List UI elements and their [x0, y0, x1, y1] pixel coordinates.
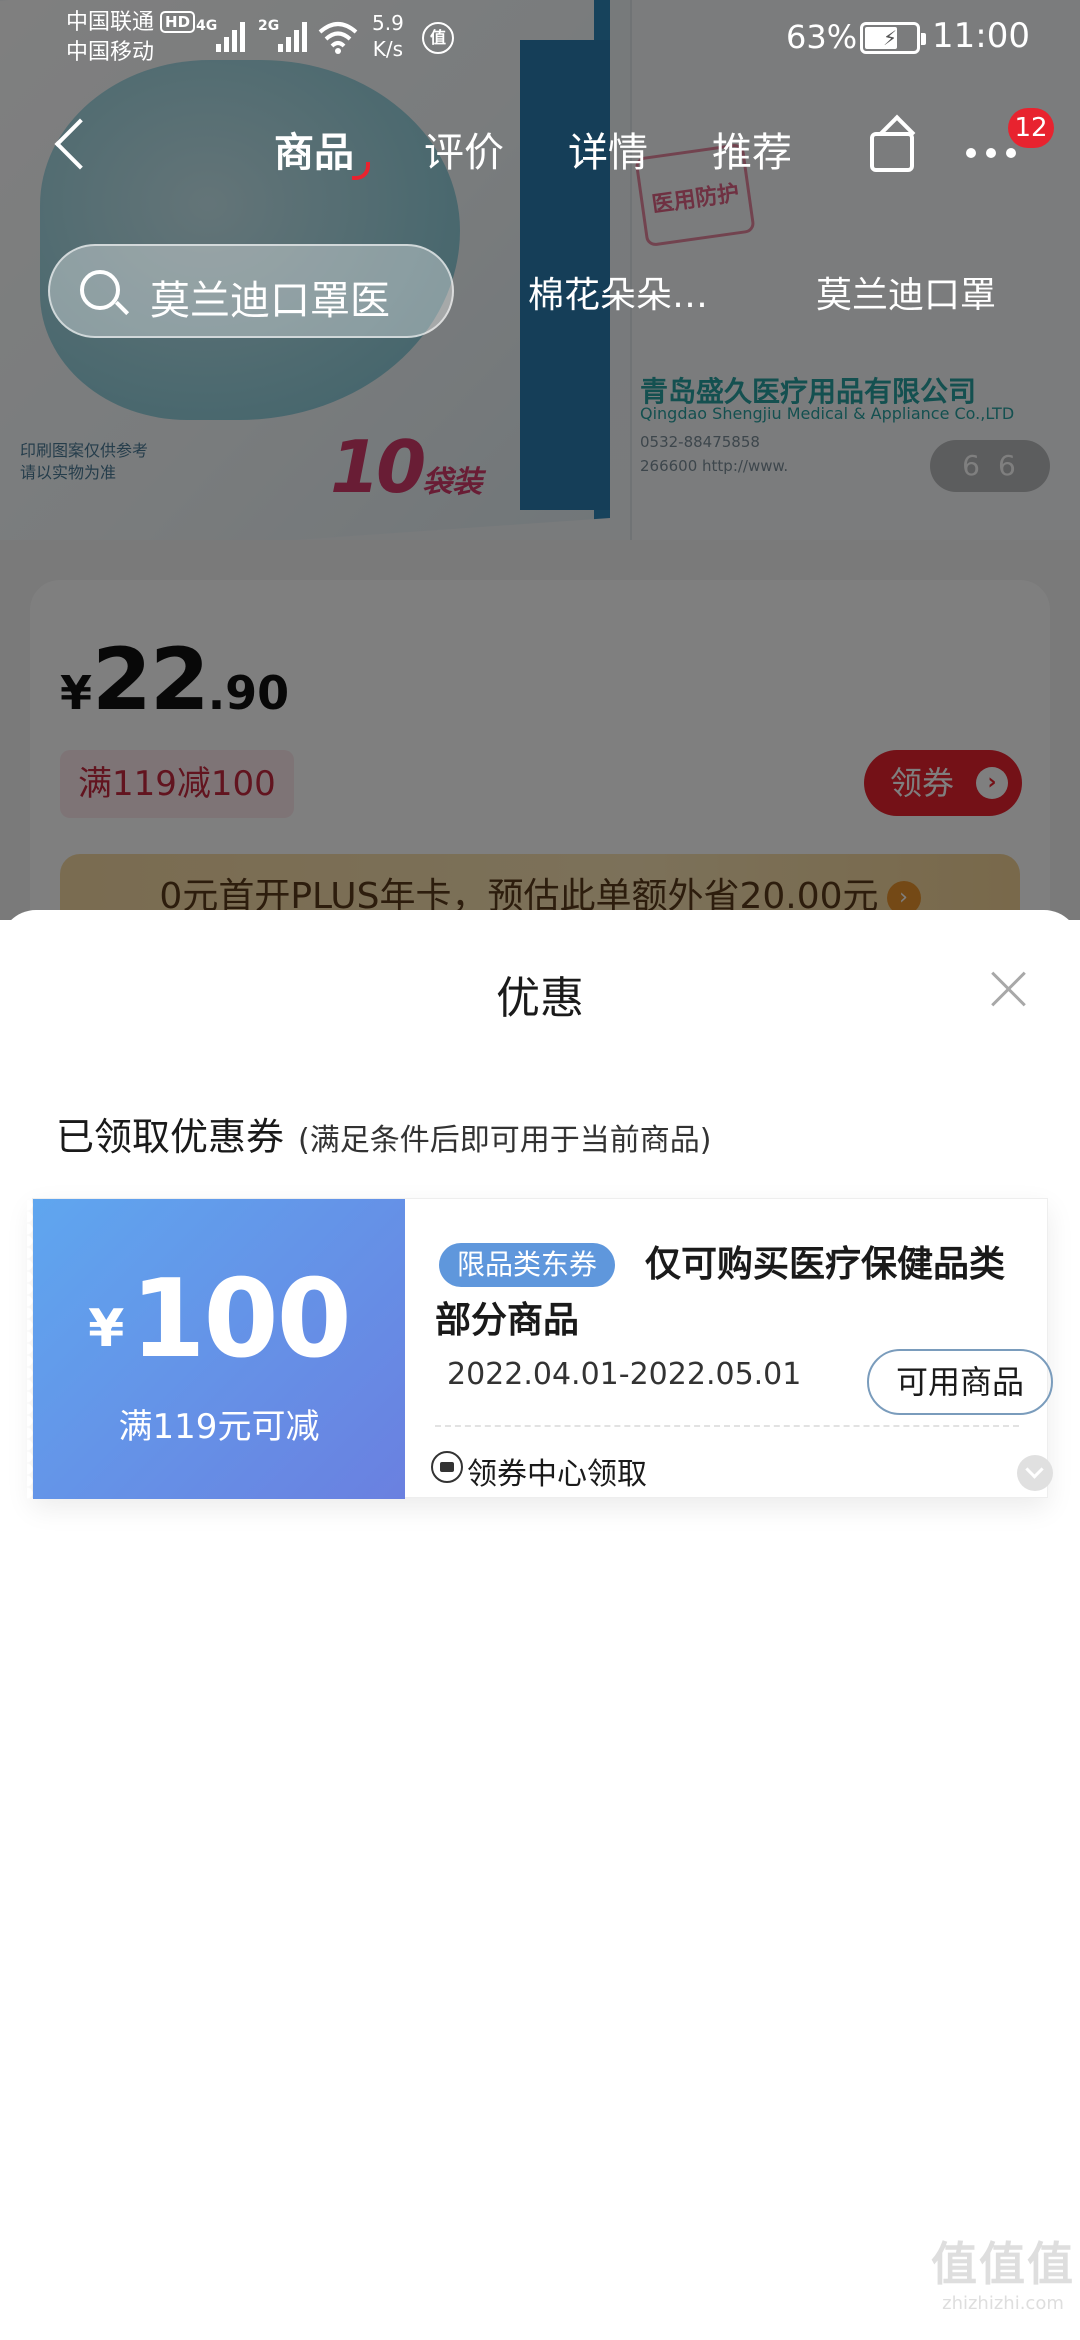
more-options-icon[interactable] — [966, 148, 1026, 160]
coupon-ticket-icon — [431, 1451, 463, 1483]
share-icon[interactable] — [870, 132, 914, 172]
back-arrow-icon[interactable] — [54, 118, 106, 170]
charging-bolt-icon: ⚡ — [883, 26, 898, 50]
watermark-logo: 值值值 — [931, 2237, 1075, 2291]
carrier-1: 中国联通 — [66, 10, 155, 35]
close-icon[interactable] — [990, 970, 1028, 1008]
product-page-background: 印刷图案仅供参考 请以实物为准 10袋装 医用防护 青岛盛久医疗用品有限公司 Q… — [0, 0, 1080, 920]
tab-goods[interactable]: 商品 — [274, 120, 354, 178]
related-search-chip-1[interactable]: 棉花朵朵… — [528, 266, 708, 318]
message-count-badge: 12 — [1008, 108, 1054, 148]
tab-reviews[interactable]: 评价 — [424, 120, 504, 178]
signal-icon-sim1: 4G — [196, 18, 252, 54]
coupon-divider — [435, 1425, 1019, 1427]
watermark-url: zhizhizhi.com — [942, 2293, 1064, 2314]
status-bar: 中国联通 HD 中国移动 4G 2G 5.9 K/s 值 63% ⚡ 11:00 — [0, 0, 1080, 72]
battery-tip — [921, 33, 926, 45]
wifi-icon — [318, 22, 358, 54]
coupon-card: ¥100 满119元可减 仅可购买医疗保健品类部分商品 限品类东券 2022.0… — [27, 1198, 1053, 1499]
search-box[interactable]: 莫兰迪口罩医 — [48, 244, 454, 338]
top-nav: 商品 评价 详情 推荐 12 — [0, 96, 1080, 206]
coupon-amount: ¥100 — [33, 1257, 405, 1382]
section-title: 已领取优惠券 — [56, 1115, 285, 1159]
carrier-2: 中国移动 — [66, 40, 155, 65]
tab-details[interactable]: 详情 — [568, 120, 648, 178]
site-watermark: 值值值 zhizhizhi.com — [928, 2236, 1078, 2316]
search-icon — [80, 270, 120, 310]
coupon-currency: ¥ — [88, 1299, 125, 1359]
coupon-condition: 满119元可减 — [118, 1407, 320, 1447]
clock: 11:00 — [932, 16, 1030, 56]
speed-value: 5.9 — [372, 11, 404, 35]
tab-recommend[interactable]: 推荐 — [712, 120, 792, 178]
speed-unit: K/s — [372, 37, 404, 61]
signal-icon-sim2: 2G — [258, 18, 314, 54]
related-search-chip-2[interactable]: 莫兰迪口罩 — [816, 266, 996, 318]
search-query: 莫兰迪口罩医 — [150, 278, 390, 324]
hd-badge: HD — [160, 11, 196, 33]
coupon-validity: 2022.04.01-2022.05.01 — [447, 1357, 802, 1392]
active-tab-indicator — [352, 162, 370, 180]
coupon-value-panel: ¥100 满119元可减 — [27, 1199, 405, 1499]
battery-icon: ⚡ — [860, 22, 926, 54]
coupon-amount-value: 100 — [130, 1257, 351, 1382]
chevron-down-icon[interactable] — [1017, 1455, 1053, 1491]
coupon-type-badge: 限品类东券 — [439, 1243, 616, 1287]
claimed-coupons-header: 已领取优惠券 (满足条件后即可用于当前商品) — [56, 1106, 711, 1161]
usable-products-button[interactable]: 可用商品 — [867, 1349, 1053, 1415]
network-speed: 5.9 K/s — [372, 10, 404, 62]
section-subtitle: (满足条件后即可用于当前商品) — [298, 1123, 712, 1158]
coupon-bottom-sheet: 优惠 已领取优惠券 (满足条件后即可用于当前商品) ¥100 满119元可减 仅可… — [0, 910, 1080, 2340]
coupon-source: 领券中心领取 — [467, 1457, 647, 1492]
app-notification-icon: 值 — [422, 22, 454, 54]
coupon-info-panel: 仅可购买医疗保健品类部分商品 限品类东券 2022.04.01-2022.05.… — [405, 1199, 1053, 1499]
battery-percentage: 63% — [786, 18, 858, 56]
network-type-1: 4G — [196, 18, 218, 34]
carrier-info: 中国联通 HD 中国移动 — [66, 8, 196, 68]
network-type-2: 2G — [258, 18, 280, 34]
sheet-title: 优惠 — [496, 973, 584, 1024]
